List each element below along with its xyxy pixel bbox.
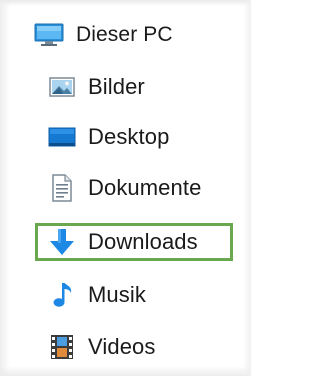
tree-item-desktop[interactable]: Desktop [48, 116, 169, 158]
tree-item-musik[interactable]: Musik [48, 274, 146, 316]
tree-item-bilder[interactable]: Bilder [48, 66, 145, 108]
navigation-tree: Dieser PC Bilder Desktop Dokumente Downl… [0, 0, 251, 376]
computer-icon [34, 21, 64, 49]
pictures-icon [48, 73, 76, 101]
music-note-icon [48, 281, 76, 309]
tree-item-dokumente[interactable]: Dokumente [48, 167, 201, 209]
tree-item-label: Dieser PC [76, 23, 173, 46]
tree-item-this-pc[interactable]: Dieser PC [34, 18, 173, 52]
desktop-icon [48, 123, 76, 151]
tree-item-label: Videos [88, 334, 156, 359]
tree-item-label: Bilder [88, 74, 145, 99]
tree-item-label: Musik [88, 282, 146, 307]
document-icon [48, 174, 76, 202]
tree-item-videos[interactable]: Videos [48, 326, 155, 368]
tree-item-label: Dokumente [88, 175, 202, 200]
downloads-highlight-box [35, 223, 233, 261]
video-film-icon [48, 333, 76, 361]
tree-item-label: Desktop [88, 124, 170, 149]
